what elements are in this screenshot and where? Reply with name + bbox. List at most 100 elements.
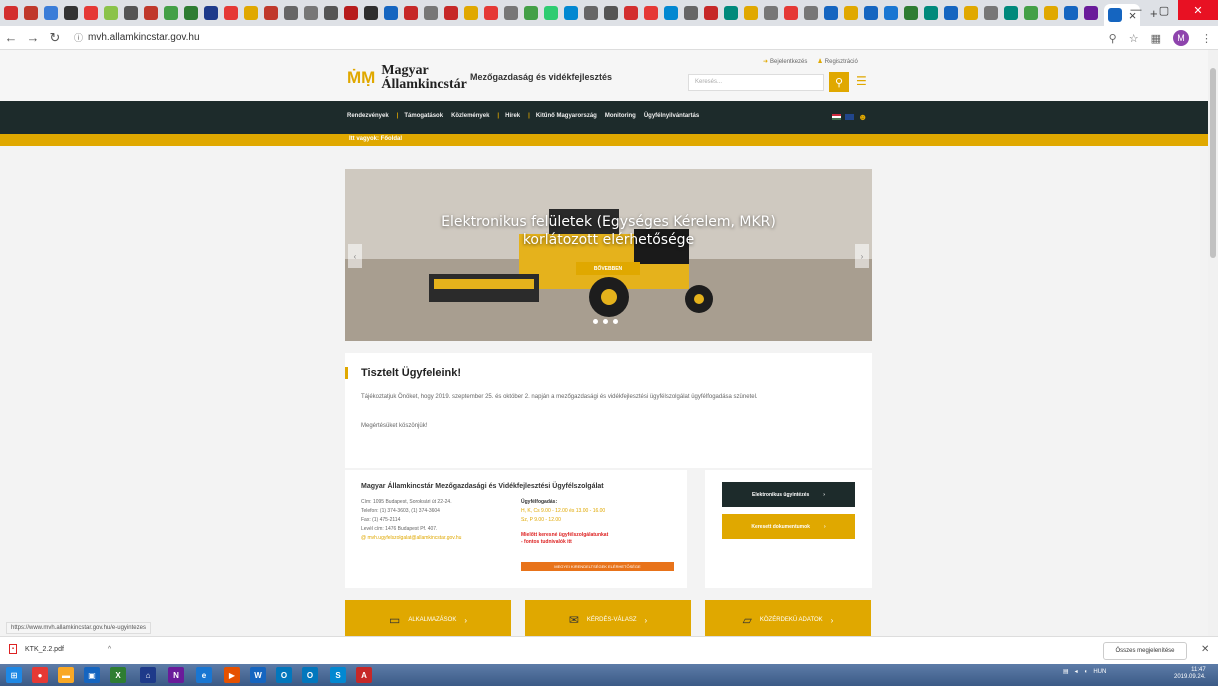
nav-item[interactable]: Rendezvények — [347, 113, 389, 119]
tab-favicon-icon[interactable] — [84, 6, 98, 20]
tab-favicon-icon[interactable] — [124, 6, 138, 20]
tab-favicon-icon[interactable] — [364, 6, 378, 20]
ie-icon[interactable]: e — [196, 667, 212, 683]
extension-icon[interactable]: ▦ — [1151, 32, 1161, 45]
profile-avatar[interactable]: M — [1173, 30, 1189, 46]
tab-favicon-icon[interactable] — [204, 6, 218, 20]
zoom-icon[interactable]: ⚲ — [1109, 32, 1117, 45]
tile-public-data[interactable]: ▱ KÖZÉRDEKŰ ADATOK › — [705, 600, 871, 636]
tab-favicon-icon[interactable] — [804, 6, 818, 20]
tab-favicon-icon[interactable] — [744, 6, 758, 20]
nav-item[interactable]: Közlemények — [451, 113, 489, 119]
nav-item[interactable]: Ügyfélnyilvántartás — [644, 113, 699, 119]
slider-dot[interactable] — [603, 319, 608, 324]
back-icon[interactable]: ← — [0, 30, 22, 45]
tab-favicon-icon[interactable] — [24, 6, 38, 20]
tab-favicon-icon[interactable] — [224, 6, 238, 20]
tab-favicon-icon[interactable] — [884, 6, 898, 20]
chrome-icon[interactable]: ● — [32, 667, 48, 683]
slider-next-icon[interactable]: › — [855, 244, 869, 268]
nav-item[interactable]: Monitoring — [605, 113, 636, 119]
tab-favicon-icon[interactable] — [184, 6, 198, 20]
minimize-button[interactable]: — — [1122, 0, 1150, 20]
tab-favicon-icon[interactable] — [604, 6, 618, 20]
tab-favicon-icon[interactable] — [644, 6, 658, 20]
hero-more-button[interactable]: BŐVEBBEN — [576, 262, 640, 275]
documents-button[interactable]: Keresett dokumentumok › — [722, 514, 855, 539]
tab-favicon-icon[interactable] — [584, 6, 598, 20]
tab-favicon-icon[interactable] — [344, 6, 358, 20]
site-logo[interactable]: ṀṂ Magyar Államkincstár — [347, 64, 467, 92]
bookmark-star-icon[interactable]: ☆ — [1129, 32, 1139, 45]
tab-favicon-icon[interactable] — [1064, 6, 1078, 20]
tab-favicon-icon[interactable] — [524, 6, 538, 20]
slider-dot[interactable] — [593, 319, 598, 324]
rss-icon[interactable]: ☰ — [856, 74, 867, 88]
tab-favicon-icon[interactable] — [284, 6, 298, 20]
tab-favicon-icon[interactable] — [44, 6, 58, 20]
tab-favicon-icon[interactable] — [564, 6, 578, 20]
chevron-up-icon[interactable]: ^ — [108, 646, 111, 653]
forward-icon[interactable]: → — [22, 30, 44, 45]
tab-favicon-icon[interactable] — [324, 6, 338, 20]
tab-favicon-icon[interactable] — [1044, 6, 1058, 20]
tab-favicon-icon[interactable] — [1084, 6, 1098, 20]
tab-favicon-icon[interactable] — [384, 6, 398, 20]
outlook-icon[interactable]: O — [276, 667, 292, 683]
nav-item[interactable]: Támogatások — [404, 113, 443, 119]
accessibility-icon[interactable]: ☻ — [858, 112, 867, 122]
system-clock[interactable]: 11:47 2019.09.24. — [1174, 667, 1206, 681]
tab-favicon-icon[interactable] — [924, 6, 938, 20]
windows-start-icon[interactable]: ⊞ — [6, 667, 22, 683]
reload-icon[interactable]: ↻ — [44, 30, 66, 46]
search-button[interactable]: ⚲ — [829, 72, 849, 92]
county-offices-button[interactable]: MEGYEI KIRENDELTSÉGEK ELÉRHETŐSÉGE — [521, 562, 674, 571]
keyboard-icon[interactable]: ▤ — [1063, 668, 1069, 675]
maximize-button[interactable]: ▢ — [1150, 0, 1178, 20]
nav-item[interactable]: Hírek — [505, 113, 520, 119]
tab-favicon-icon[interactable] — [704, 6, 718, 20]
english-flag-icon[interactable] — [845, 114, 854, 120]
media-icon[interactable]: ▶ — [224, 667, 240, 683]
nav-item[interactable]: Kitűnő Magyarország — [536, 113, 597, 119]
close-icon[interactable]: ✕ — [1201, 644, 1209, 655]
tab-favicon-icon[interactable] — [4, 6, 18, 20]
acrobat-icon[interactable]: A — [356, 667, 372, 683]
home-icon[interactable]: ⌂ — [140, 667, 156, 683]
show-all-downloads-button[interactable]: Összes megjelenítése — [1103, 642, 1187, 660]
tab-favicon-icon[interactable] — [724, 6, 738, 20]
search-input[interactable]: Keresés... — [688, 74, 824, 91]
important-info-link[interactable]: Mielőtt keresné ügyfélszolgálatunkat - f… — [521, 532, 611, 546]
e-services-button[interactable]: Elektronikus ügyintézés › — [722, 482, 855, 507]
excel-icon[interactable]: X — [110, 667, 126, 683]
language-indicator[interactable]: HUN — [1093, 669, 1106, 675]
onenote-icon[interactable]: N — [168, 667, 184, 683]
tab-favicon-icon[interactable] — [164, 6, 178, 20]
tab-favicon-icon[interactable] — [684, 6, 698, 20]
tile-applications[interactable]: ▭ ALKALMAZÁSOK › — [345, 600, 511, 636]
slider-dot[interactable] — [613, 319, 618, 324]
tab-favicon-icon[interactable] — [964, 6, 978, 20]
tab-favicon-icon[interactable] — [104, 6, 118, 20]
tab-favicon-icon[interactable] — [764, 6, 778, 20]
outlook-icon[interactable]: O — [302, 667, 318, 683]
tab-favicon-icon[interactable] — [944, 6, 958, 20]
info-icon[interactable]: ⓘ — [74, 31, 83, 44]
network-icon[interactable]: ◂ — [1075, 668, 1078, 675]
close-window-button[interactable]: ✕ — [1178, 0, 1218, 20]
scroll-thumb[interactable] — [1210, 68, 1216, 258]
tab-favicon-icon[interactable] — [404, 6, 418, 20]
tab-favicon-icon[interactable] — [864, 6, 878, 20]
tab-favicon-icon[interactable] — [844, 6, 858, 20]
file-explorer-icon[interactable]: ▬ — [58, 667, 74, 683]
tab-favicon-icon[interactable] — [624, 6, 638, 20]
address-bar[interactable]: ⓘ mvh.allamkincstar.gov.hu — [74, 31, 200, 44]
slider-prev-icon[interactable]: ‹ — [348, 244, 362, 268]
tab-favicon-icon[interactable] — [64, 6, 78, 20]
contact-email[interactable]: @ mvh.ugyfelszolgalat@allamkincstar.gov.… — [361, 534, 461, 543]
volume-icon[interactable]: ◖ — [1084, 669, 1088, 675]
skype-icon[interactable]: S — [330, 667, 346, 683]
tab-favicon-icon[interactable] — [544, 6, 558, 20]
tab-favicon-icon[interactable] — [424, 6, 438, 20]
tab-favicon-icon[interactable] — [264, 6, 278, 20]
